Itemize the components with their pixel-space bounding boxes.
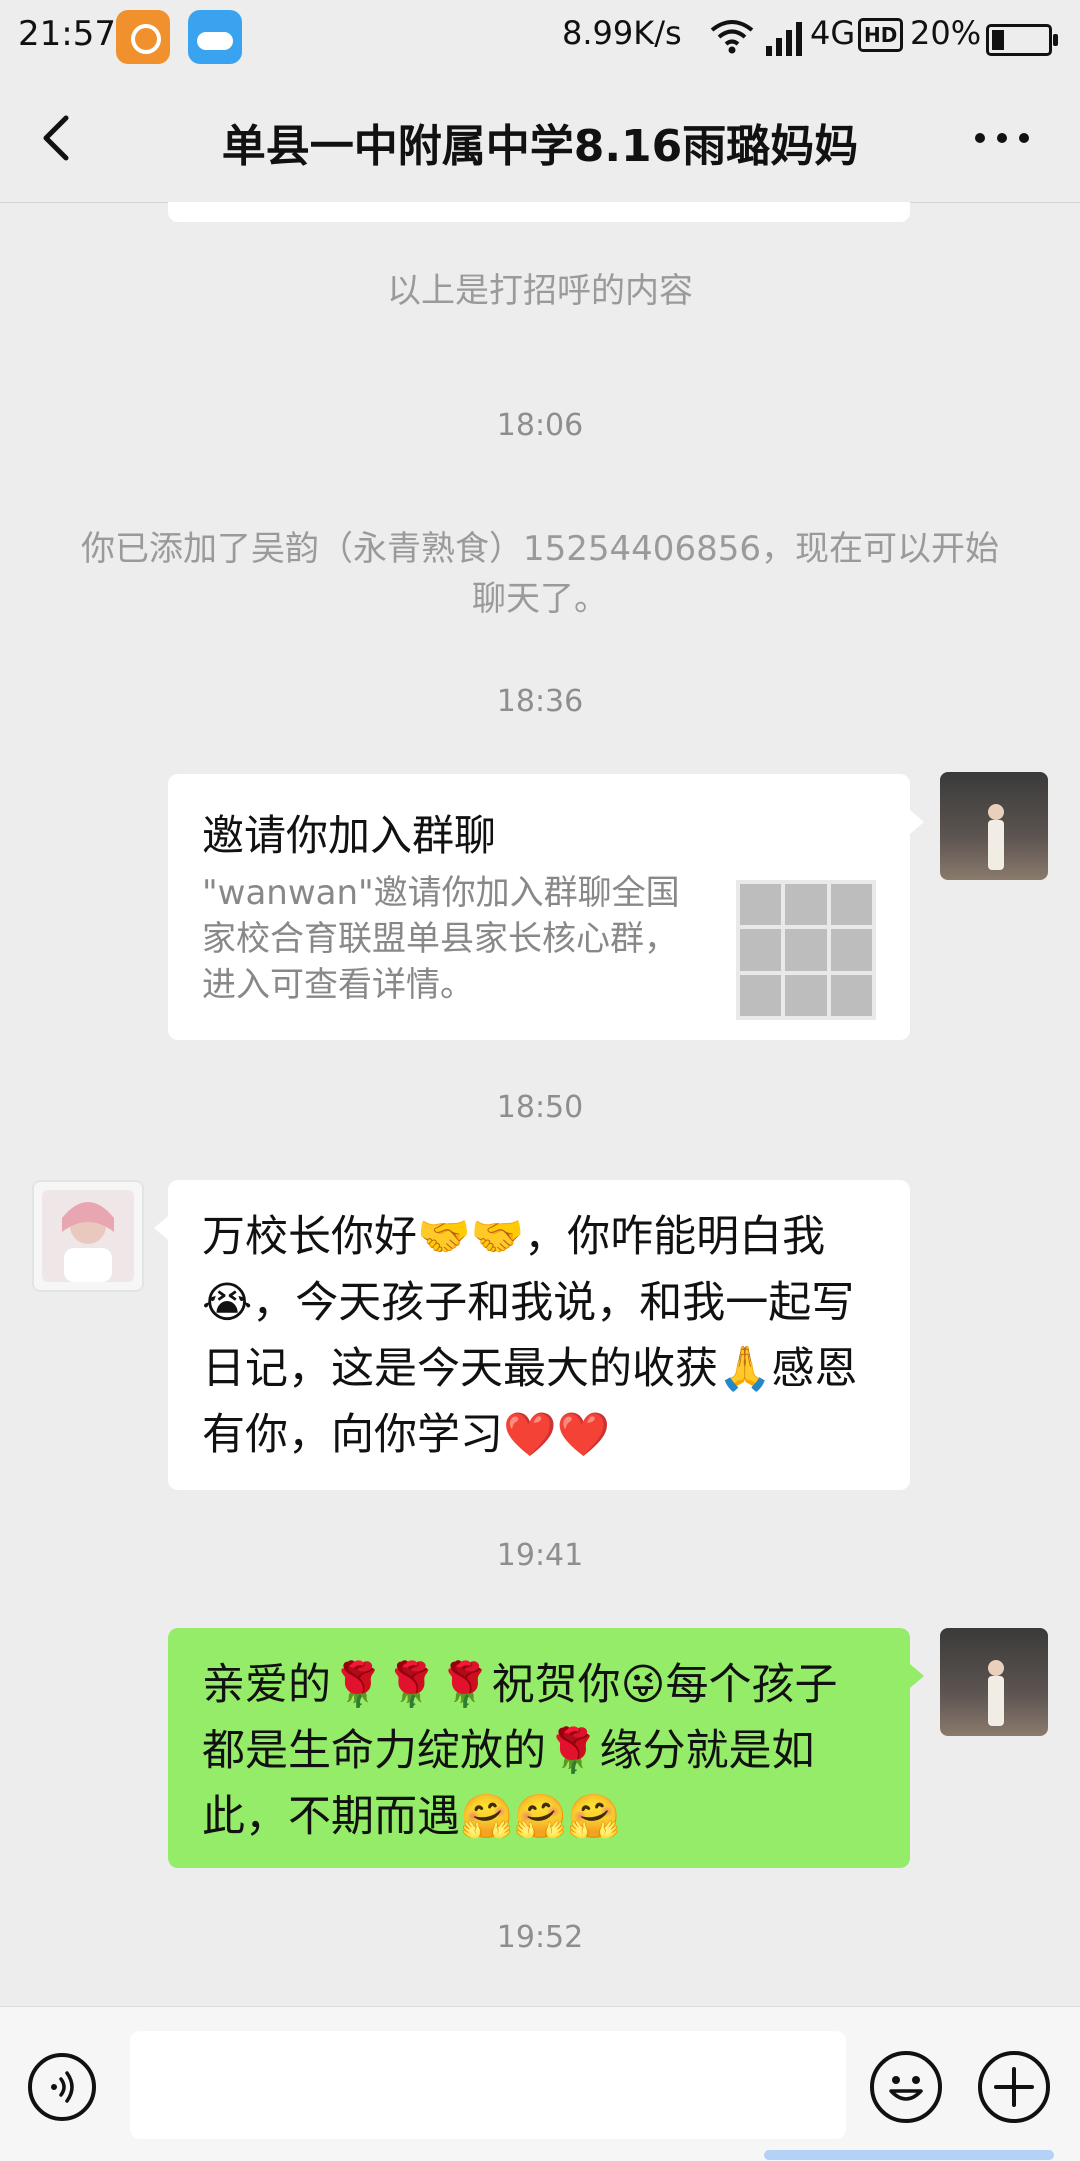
network-speed: 8.99K/s <box>562 14 682 52</box>
sent-message-bubble[interactable]: 亲爱的🌹🌹🌹祝贺你😜每个孩子都是生命力绽放的🌹缘分就是如此，不期而遇🤗🤗🤗 <box>168 1628 924 1868</box>
battery-percent: 20% <box>910 14 982 52</box>
invite-card-description: "wanwan"邀请你加入群聊全国家校合育联盟单县家长核心群，进入可查看详情。 <box>202 873 680 1005</box>
more-options-icon[interactable] <box>972 126 1032 150</box>
network-type: 4G <box>810 14 856 52</box>
timestamp: 18:50 <box>496 1090 584 1125</box>
status-time: 21:57 <box>18 14 116 54</box>
group-invite-card[interactable]: 邀请你加入群聊 "wanwan"邀请你加入群聊全国家校合育联盟单县家长核心群，进… <box>168 774 924 1040</box>
invite-card-title: 邀请你加入群聊 <box>202 811 497 860</box>
chat-title: 单县一中附属中学8.16雨璐妈妈 <box>221 121 859 172</box>
hd-badge: HD <box>858 18 904 52</box>
back-arrow-icon[interactable] <box>36 112 84 164</box>
my-avatar[interactable] <box>940 1628 1048 1736</box>
received-message-bubble[interactable]: 万校长你好🤝🤝，你咋能明白我😭，今天孩子和我说，和我一起写日记，这是今天最大的收… <box>154 1180 910 1490</box>
timestamp: 19:52 <box>496 1920 584 1955</box>
smiley-icon <box>889 2076 923 2101</box>
system-note: 你已添加了吴韵（永青熟食）15254406856，现在可以开始聊天了。 <box>81 529 999 619</box>
voice-input-button[interactable] <box>28 2053 96 2121</box>
weather-icon <box>188 10 242 64</box>
contact-avatar[interactable] <box>32 1180 144 1292</box>
system-note: 以上是打招呼的内容 <box>387 271 693 311</box>
emoji-button[interactable] <box>870 2051 942 2123</box>
battery-icon <box>986 24 1058 56</box>
home-indicator <box>764 2150 1054 2160</box>
wifi-icon <box>710 20 754 54</box>
signal-icon <box>766 22 802 56</box>
timestamp: 18:36 <box>496 684 584 719</box>
group-avatar-grid <box>736 880 876 1020</box>
sent-message-text: 亲爱的🌹🌹🌹祝贺你😜每个孩子都是生命力绽放的🌹缘分就是如此，不期而遇🤗🤗🤗 <box>202 1660 838 1842</box>
input-bar <box>0 2006 1080 2161</box>
plus-icon <box>994 2067 1034 2107</box>
status-bar: 21:57 8.99K/s 4G HD 20% <box>0 0 1080 74</box>
timestamp: 19:41 <box>496 1538 584 1573</box>
more-functions-button[interactable] <box>978 2051 1050 2123</box>
chat-header: 单县一中附属中学8.16雨璐妈妈 <box>0 74 1080 203</box>
my-avatar[interactable] <box>940 772 1048 880</box>
app-notification-icon <box>116 10 170 64</box>
timestamp: 18:06 <box>496 408 584 443</box>
received-message-text: 万校长你好🤝🤝，你咋能明白我😭，今天孩子和我说，和我一起写日记，这是今天最大的收… <box>202 1212 858 1460</box>
message-list[interactable]: 以上是打招呼的内容 18:06 你已添加了吴韵（永青熟食）15254406856… <box>0 202 1080 2006</box>
message-input[interactable] <box>130 2031 846 2139</box>
previous-message-bubble <box>168 202 910 222</box>
voice-icon <box>51 2071 74 2103</box>
